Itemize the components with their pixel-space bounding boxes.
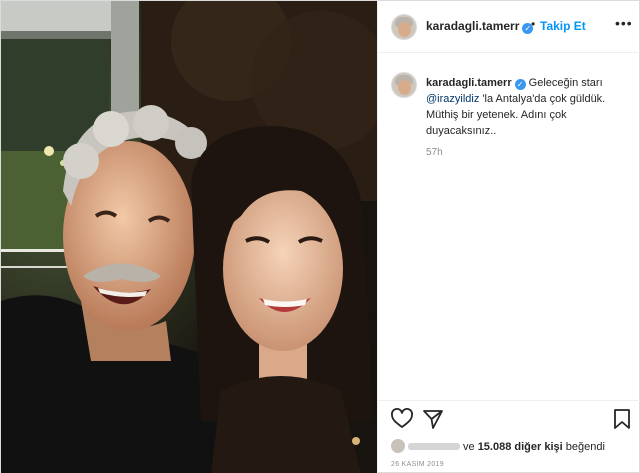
post-date[interactable]: 26 KASIM 2019 bbox=[391, 461, 444, 468]
post-actions: ve 15.088 diğer kişi beğendi 26 KASIM 20… bbox=[378, 400, 640, 473]
caption-mention-link[interactable]: @irazyildiz bbox=[426, 93, 479, 105]
likes-summary: ve 15.088 diğer kişi beğendi bbox=[391, 439, 605, 453]
share-icon[interactable] bbox=[421, 407, 445, 431]
bookmark-icon[interactable] bbox=[610, 407, 634, 431]
heart-icon[interactable] bbox=[390, 407, 414, 431]
author-avatar[interactable] bbox=[391, 14, 417, 40]
caption-username[interactable]: karadagli.tamerr bbox=[426, 77, 512, 89]
likes-verb: beğendi bbox=[565, 441, 605, 453]
follow-button[interactable]: Takip Et bbox=[540, 19, 586, 33]
author-username[interactable]: karadagli.tamerr ✓ bbox=[426, 19, 534, 34]
header-separator: • bbox=[531, 17, 536, 31]
caption-text: karadagli.tamerr ✓ Geleceğin starı @irazy… bbox=[426, 75, 631, 139]
instagram-post: karadagli.tamerr ✓ • Takip Et ••• karadag… bbox=[0, 0, 640, 473]
caption-verified-icon: ✓ bbox=[514, 79, 526, 90]
post-sidebar: karadagli.tamerr ✓ • Takip Et ••• karadag… bbox=[377, 1, 640, 473]
caption-timestamp[interactable]: 57h bbox=[426, 147, 443, 158]
caption-avatar[interactable] bbox=[391, 72, 417, 98]
caption-text-before: Geleceğin starı bbox=[525, 77, 603, 89]
more-icon[interactable]: ••• bbox=[615, 15, 633, 31]
likes-suffix: ve bbox=[463, 441, 475, 453]
likes-count-link[interactable]: 15.088 diğer kişi bbox=[478, 441, 563, 453]
selfie-photo-image bbox=[1, 1, 377, 473]
liker-avatar[interactable] bbox=[391, 439, 405, 453]
post-header: karadagli.tamerr ✓ • Takip Et ••• bbox=[378, 1, 640, 53]
post-photo[interactable] bbox=[1, 1, 377, 473]
liker-username-blurred bbox=[408, 443, 460, 450]
